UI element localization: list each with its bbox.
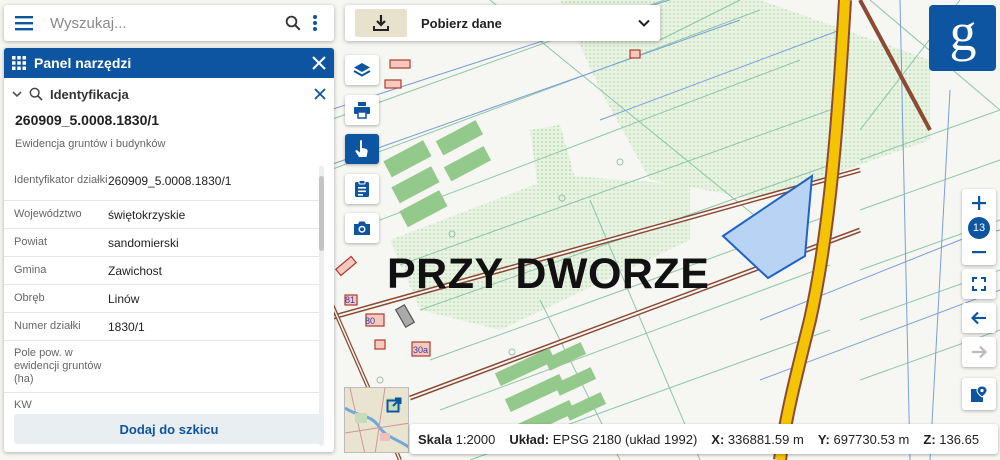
full-extent-button[interactable] [962, 269, 996, 299]
attribute-key: Pole pow. w ewidencji gruntów (ha) [14, 347, 102, 385]
table-row: Gmina Zawichost [4, 257, 324, 285]
clipboard-icon [355, 180, 369, 197]
section-title: Identyfikacja [50, 86, 129, 102]
parcel-id-heading: 260909_5.0008.1830/1 [15, 112, 160, 128]
printer-icon [354, 102, 370, 119]
geoportal-logo[interactable]: g [929, 5, 996, 71]
table-row: Województwo świętokrzyskie [4, 201, 324, 229]
attribute-key: Identyfikator działki [14, 174, 108, 186]
attribute-value: 260909_5.0008.1830/1 [108, 173, 232, 188]
panel-header: Panel narzędzi [4, 48, 334, 78]
x-coordinate: X: 336881.59 m [711, 431, 804, 447]
attribute-value: 1830/1 [108, 319, 145, 334]
download-icon [373, 15, 389, 31]
parcel-number-label: 30a [413, 345, 428, 355]
layers-icon [353, 63, 371, 77]
close-section-icon[interactable] [314, 88, 326, 100]
attribute-key: KW [14, 398, 32, 411]
fullscreen-icon [972, 277, 986, 291]
layer-name: Ewidencja gruntów i budynków [15, 138, 166, 150]
arrow-left-icon [971, 311, 986, 325]
download-thumbnail [355, 9, 407, 37]
identification-section-header[interactable]: Identyfikacja [4, 78, 334, 110]
hamburger-menu-icon[interactable] [12, 11, 36, 35]
zoom-level-badge: 13 [968, 217, 990, 239]
attribute-key: Gmina [14, 264, 47, 276]
chevron-down-icon[interactable] [12, 89, 22, 99]
zoom-out-button[interactable] [962, 239, 996, 265]
overview-map[interactable] [344, 387, 409, 453]
pointer-hand-icon [355, 140, 368, 157]
attribute-key: Obręb [14, 292, 45, 304]
chevron-down-icon [638, 19, 650, 27]
attribute-value: Linów [108, 291, 140, 306]
close-panel-icon[interactable] [312, 56, 326, 70]
kebab-menu-icon [313, 15, 317, 31]
scale-readout[interactable]: Skala 1:2000 [418, 432, 495, 447]
clipboard-button[interactable] [345, 174, 379, 204]
attribute-key: Powiat [14, 236, 48, 248]
next-extent-button[interactable] [962, 337, 996, 367]
crs-readout[interactable]: Układ: EPSG 2180 (układ 1992) [509, 432, 697, 447]
search-icon [29, 87, 43, 101]
previous-extent-button[interactable] [962, 303, 996, 333]
zoom-control: 13 [962, 189, 996, 265]
scrollbar-thumb[interactable] [319, 176, 324, 251]
table-row: Powiat sandomierski [4, 229, 324, 257]
search-button[interactable] [282, 12, 304, 34]
search-bar [4, 5, 334, 41]
place-name-label: PRZY DWORZE [387, 250, 710, 298]
panel-scrollbar[interactable] [319, 166, 324, 446]
attribute-key: Numer działki [14, 320, 81, 332]
add-to-sketch-button[interactable]: Dodaj do szkicu [14, 414, 324, 444]
status-bar: Skala 1:2000 Układ: EPSG 2180 (układ 199… [410, 424, 998, 454]
search-icon [285, 15, 301, 31]
identify-button[interactable] [345, 134, 379, 164]
map-compose-button[interactable] [962, 378, 996, 410]
attribute-value: świętokrzyskie [108, 207, 186, 222]
zoom-in-button[interactable] [962, 189, 996, 217]
svg-text:g: g [949, 10, 976, 62]
screenshot-button[interactable] [345, 213, 379, 243]
y-coordinate: Y: 697730.53 m [817, 431, 910, 447]
table-row: Identyfikator działki 260909_5.0008.1830/… [4, 161, 324, 201]
table-row: Pole pow. w ewidencji gruntów (ha) [4, 341, 324, 393]
geoportal-logo-mark: g [949, 10, 976, 62]
download-label: Pobierz dane [421, 15, 502, 31]
attribute-value: sandomierski [108, 235, 179, 250]
attribute-key: Województwo [14, 208, 82, 220]
minus-icon [972, 250, 986, 253]
print-button[interactable] [345, 95, 379, 125]
panel-title: Panel narzędzi [34, 55, 132, 71]
search-input[interactable] [50, 14, 282, 32]
open-external-icon[interactable] [386, 397, 402, 413]
more-options-button[interactable] [304, 12, 326, 34]
tools-panel: Panel narzędzi Identyfikacja 260909_5.00… [4, 48, 334, 452]
plus-icon [972, 196, 986, 210]
camera-icon [354, 221, 370, 235]
z-coordinate: Z: 136.65 [923, 431, 980, 447]
map-pin-icon [971, 385, 988, 402]
attribute-table: Identyfikator działki 260909_5.0008.1830/… [4, 161, 324, 452]
grid-apps-icon [12, 56, 26, 70]
parcel-number-label: 81 [345, 295, 355, 305]
arrow-right-icon [972, 345, 987, 359]
attribute-value: Zawichost [108, 263, 163, 278]
table-row: Numer działki 1830/1 [4, 313, 324, 341]
table-row: Obręb Linów [4, 285, 324, 313]
layers-button[interactable] [345, 55, 379, 85]
parcel-number-label: 80 [365, 316, 375, 326]
download-data-dropdown[interactable]: Pobierz dane [345, 5, 660, 41]
